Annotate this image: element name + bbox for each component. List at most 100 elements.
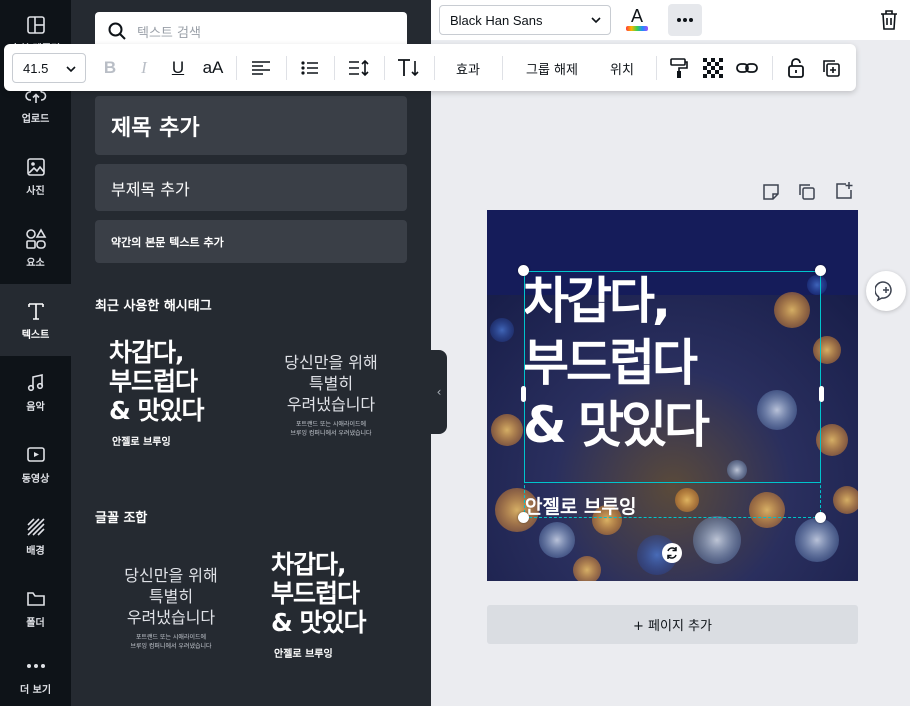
- bold-button[interactable]: B: [102, 56, 118, 80]
- combo-line: & 맛있다: [271, 608, 367, 637]
- checkerboard-icon: [703, 58, 723, 78]
- duplicate-page-button[interactable]: [798, 183, 816, 205]
- recent-hashtags-title: 최근 사용한 해시태그: [95, 299, 212, 314]
- paint-roller-icon: [670, 58, 688, 78]
- note-icon: [763, 184, 779, 200]
- add-comment-button[interactable]: [866, 271, 906, 311]
- rotate-handle[interactable]: [662, 543, 682, 563]
- resize-handle-bottom-right[interactable]: [815, 512, 826, 523]
- toolbar-divider: [434, 56, 435, 80]
- position-button[interactable]: 위치: [602, 56, 642, 80]
- comment-add-icon: [875, 281, 892, 302]
- effects-button[interactable]: 효과: [448, 56, 488, 80]
- search-input[interactable]: 텍스트 검색: [137, 22, 201, 41]
- add-page-icon: [836, 182, 853, 199]
- search-icon: [108, 22, 126, 40]
- rail-label: 동영상: [21, 473, 50, 485]
- page-note-button[interactable]: [762, 183, 780, 205]
- rail-label: 텍스트: [21, 329, 50, 341]
- delete-button[interactable]: [879, 9, 899, 35]
- collapse-panel-button[interactable]: ‹: [431, 350, 447, 434]
- link-icon: [736, 63, 758, 73]
- align-button[interactable]: [250, 56, 272, 80]
- text-combo-recent-2[interactable]: 당신만을 위해 특별히 우려냈습니다 포트랜드 또는 시애라이드에 브루잉 컴퍼…: [261, 352, 401, 438]
- rail-label: 더 보기: [19, 684, 52, 696]
- music-icon: [25, 372, 47, 394]
- toolbar-divider: [772, 56, 773, 80]
- add-heading-button[interactable]: 제목 추가: [95, 96, 407, 155]
- combo-line: 차갑다,: [271, 550, 347, 579]
- text-combo-font-2[interactable]: 차갑다, 부드럽다 & 맛있다 안젤로 브루잉: [271, 550, 401, 660]
- font-size-input[interactable]: 41.5: [12, 53, 86, 83]
- more-dots-icon: [677, 18, 693, 22]
- transparency-button[interactable]: [702, 56, 724, 80]
- rail-item-music[interactable]: 음악: [0, 356, 71, 428]
- combo-line: 당신만을 위해: [284, 353, 378, 372]
- duplicate-button[interactable]: [820, 56, 842, 80]
- combo-small: 포트랜드 또는 시애라이드에: [295, 421, 367, 428]
- rail-item-text[interactable]: 텍스트: [0, 284, 71, 356]
- italic-button[interactable]: I: [136, 56, 152, 80]
- add-body-label: 약간의 본문 텍스트 추가: [111, 235, 224, 249]
- trash-icon: [881, 10, 897, 30]
- resize-handle-right[interactable]: [819, 386, 824, 402]
- toolbar-divider: [286, 56, 287, 80]
- rail-item-background[interactable]: 배경: [0, 500, 71, 572]
- underline-button[interactable]: U: [170, 56, 186, 80]
- rail-item-elements[interactable]: 요소: [0, 212, 71, 284]
- rail-item-folder[interactable]: 폴더: [0, 572, 71, 644]
- text-combo-recent-1[interactable]: 차갑다, 부드럽다 & 맛있다 안젤로 브루잉: [109, 338, 235, 448]
- add-subheading-button[interactable]: 부제목 추가: [95, 164, 407, 211]
- rail-label: 배경: [26, 545, 45, 557]
- left-rail: 추천 템플릿 업로드 사진 요소 텍스트 음악 동영상: [0, 0, 71, 706]
- more-options-button[interactable]: [668, 4, 702, 36]
- add-subheading-label: 부제목 추가: [111, 179, 190, 199]
- line-spacing-icon: [349, 59, 369, 77]
- video-icon: [25, 444, 47, 466]
- font-family-value: Black Han Sans: [450, 12, 543, 28]
- combo-line: 특별히: [308, 374, 354, 393]
- text-combo-font-1[interactable]: 당신만을 위해 특별히 우려냈습니다 포트랜드 또는 시애라이드에 브루잉 컴퍼…: [101, 565, 241, 651]
- resize-handle-left[interactable]: [521, 386, 526, 402]
- lock-button[interactable]: [786, 56, 806, 80]
- rail-label: 음악: [26, 401, 45, 413]
- combo-line: 우려냈습니다: [286, 395, 376, 414]
- combo-line: 부드럽다: [271, 579, 360, 608]
- combo-line: 우려냈습니다: [126, 608, 216, 627]
- vertical-text-button[interactable]: [396, 56, 420, 80]
- copy-icon: [799, 184, 815, 200]
- rail-label: 요소: [26, 257, 45, 269]
- letter-case-button[interactable]: aA: [200, 56, 226, 80]
- link-button[interactable]: [736, 56, 758, 80]
- ungroup-button[interactable]: 그룹 해제: [516, 56, 588, 80]
- rail-item-video[interactable]: 동영상: [0, 428, 71, 500]
- add-page-button[interactable]: + 페이지 추가: [487, 605, 858, 644]
- combo-subline: 안젤로 브루잉: [112, 437, 171, 448]
- rail-item-more[interactable]: 더 보기: [0, 644, 71, 706]
- resize-handle-top-right[interactable]: [815, 265, 826, 276]
- add-body-text-button[interactable]: 약간의 본문 텍스트 추가: [95, 220, 407, 263]
- combo-line: 당신만을 위해: [124, 566, 218, 585]
- chevron-down-icon: [591, 17, 601, 24]
- design-page[interactable]: 차갑다, 부드럽다 & 맛있다 안젤로 브루잉: [487, 210, 858, 581]
- image-icon: [25, 156, 47, 178]
- toolbar-divider: [334, 56, 335, 80]
- spacing-button[interactable]: [348, 56, 370, 80]
- unlock-icon: [788, 58, 804, 78]
- chevron-down-icon: [66, 66, 76, 73]
- rail-label: 사진: [26, 185, 45, 197]
- text-color-glyph: A: [630, 6, 643, 26]
- text-color-button[interactable]: A: [625, 6, 649, 34]
- text-height-icon: [398, 59, 419, 77]
- rail-label: 폴더: [26, 617, 45, 629]
- resize-handle-top-left[interactable]: [518, 265, 529, 276]
- rail-item-photos[interactable]: 사진: [0, 140, 71, 212]
- add-page-icon-button[interactable]: [834, 181, 854, 205]
- font-family-select[interactable]: Black Han Sans: [439, 5, 611, 35]
- toolbar-divider: [384, 56, 385, 80]
- copy-style-button[interactable]: [668, 56, 690, 80]
- top-bar: Black Han Sans A: [431, 0, 910, 40]
- resize-handle-bottom-left[interactable]: [518, 512, 529, 523]
- text-icon: [25, 300, 47, 322]
- list-button[interactable]: [300, 56, 320, 80]
